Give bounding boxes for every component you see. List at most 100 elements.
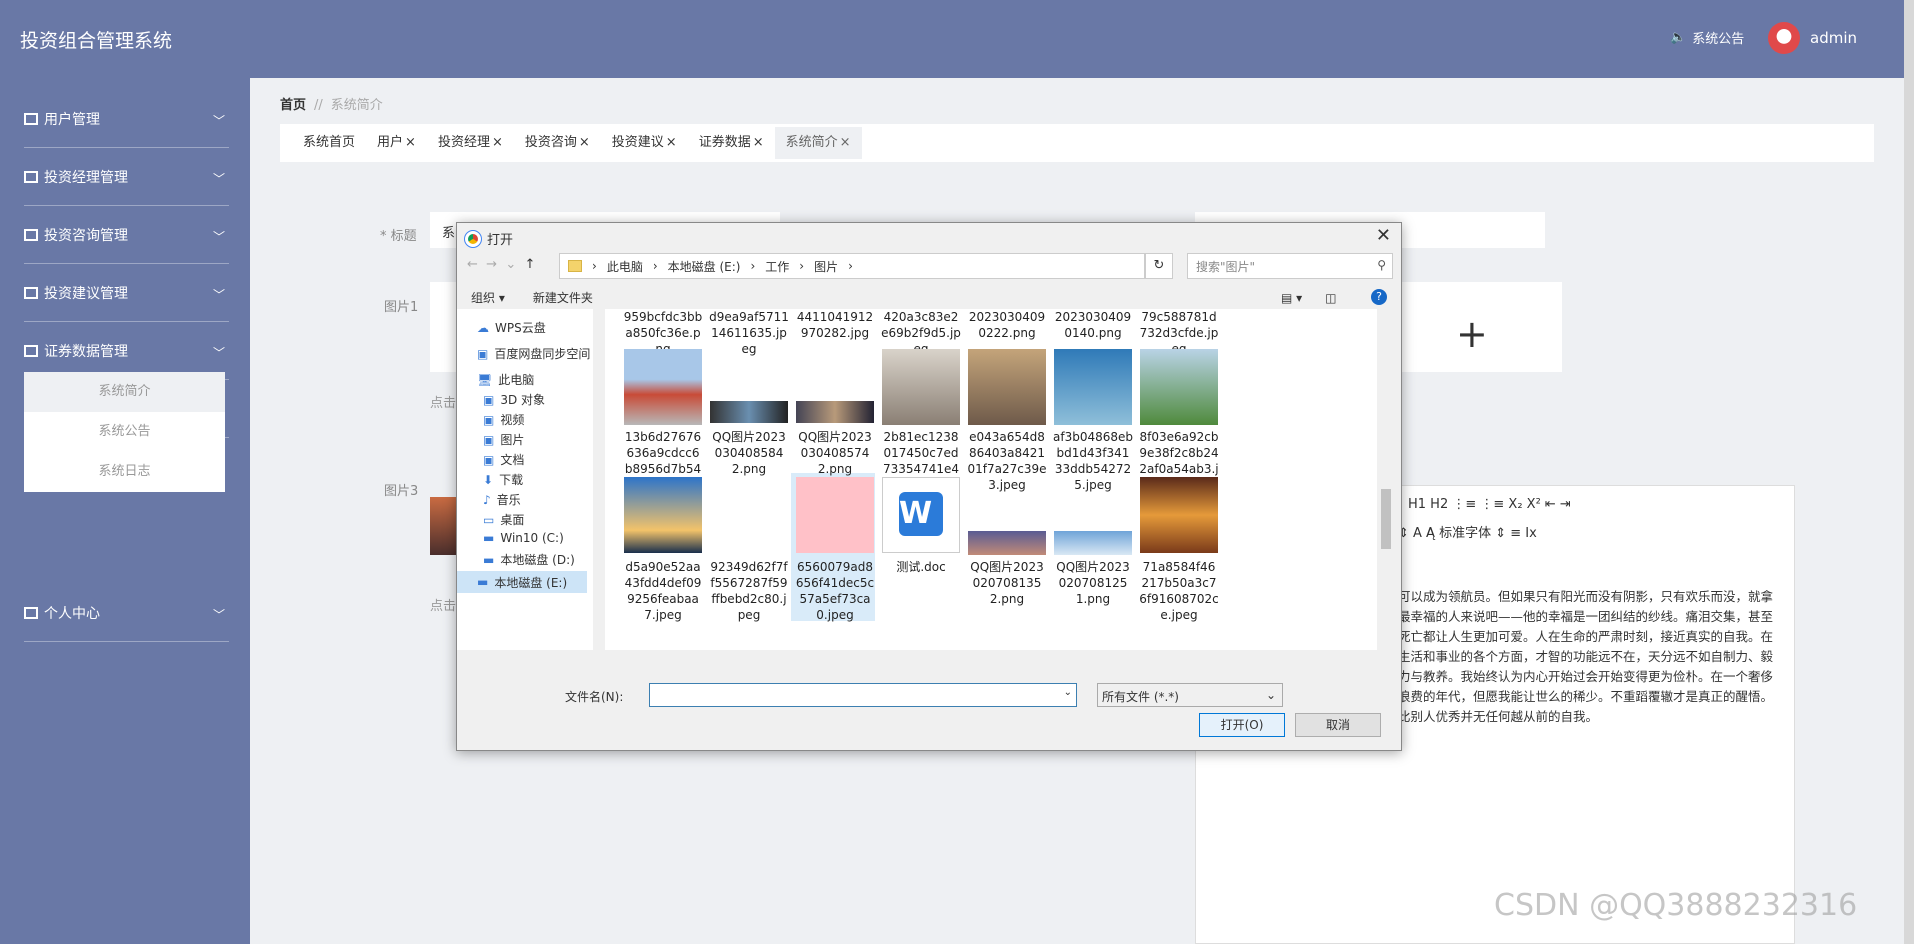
nav-item[interactable]: ▣ 3D 对象 (483, 391, 545, 408)
chevron-down-icon[interactable]: ⌄ (1064, 687, 1072, 698)
file-type-filter[interactable]: 所有文件 (*.*) ⌄ (1097, 683, 1283, 707)
username[interactable]: admin (1810, 29, 1857, 47)
path-segment[interactable]: 图片 (814, 258, 838, 275)
tab[interactable]: 投资建议 × (601, 127, 688, 159)
notice-link[interactable]: 🔈 系统公告 (1670, 28, 1744, 47)
file-item[interactable]: d9ea9af571114611635.jpeg (709, 309, 789, 357)
search-input[interactable]: 搜索"图片" ⚲ (1187, 253, 1393, 279)
close-tab-icon[interactable]: × (579, 135, 590, 150)
search-placeholder: 搜索"图片" (1196, 260, 1256, 274)
page-scrollbar[interactable] (1904, 0, 1914, 944)
tab[interactable]: 证券数据 × (688, 127, 775, 159)
file-item[interactable]: QQ图片20230207081352.png (967, 559, 1047, 607)
organize-button[interactable]: 组织 ▾ (471, 289, 505, 306)
file-item[interactable]: 4411041912970282.jpg (795, 309, 875, 341)
file-item[interactable]: af3b04868ebbd1d43f34133ddb542725.jpeg (1053, 429, 1133, 493)
file-scrollbar[interactable] (1379, 309, 1393, 650)
sidebar-item[interactable]: 用户管理 ﹀ (24, 90, 229, 148)
path-segment[interactable]: 本地磁盘 (E:) (668, 258, 741, 275)
close-tab-icon[interactable]: × (753, 135, 764, 150)
file-item[interactable]: QQ图片20230207081251.png (1053, 559, 1133, 607)
file-thumbnail[interactable] (710, 401, 788, 423)
address-bar[interactable]: › 此电脑 › 本地磁盘 (E:) › 工作 › 图片 › (559, 253, 1145, 279)
path-segment[interactable]: 工作 (765, 258, 789, 275)
submenu-item[interactable]: 系统日志 (24, 452, 225, 492)
file-thumbnail[interactable] (796, 401, 874, 423)
tab[interactable]: 系统简介 × (774, 127, 862, 159)
file-item[interactable]: 92349d62f7ff5567287f59ffbebd2c80.jpeg (709, 559, 789, 623)
nav-item[interactable]: ▣ 视频 (483, 411, 524, 428)
file-item[interactable]: QQ图片20230304085842.png (709, 429, 789, 477)
sidebar-item[interactable]: 投资建议管理 ﹀ (24, 264, 229, 322)
file-thumbnail[interactable] (882, 349, 960, 425)
breadcrumb-home[interactable]: 首页 (280, 98, 306, 113)
filename-input[interactable]: ⌄ (649, 683, 1077, 707)
file-thumbnail[interactable] (1054, 531, 1132, 555)
submenu-item[interactable]: 系统公告 (24, 412, 225, 452)
file-thumbnail[interactable] (968, 349, 1046, 425)
nav-item[interactable]: ▬ 本地磁盘 (D:) (483, 551, 575, 568)
file-thumbnail[interactable] (1054, 349, 1132, 425)
close-tab-icon[interactable]: × (492, 135, 503, 150)
scroll-thumb[interactable] (1381, 489, 1391, 549)
nav-item[interactable]: ▣ 图片 (483, 431, 524, 448)
new-folder-button[interactable]: 新建文件夹 (533, 289, 593, 306)
tab[interactable]: 投资经理 × (427, 127, 514, 159)
sidebar-item[interactable]: 投资咨询管理 ﹀ (24, 206, 229, 264)
close-icon[interactable]: ✕ (1376, 225, 1391, 246)
nav-arrows[interactable]: ← → ⌄ ↑ (467, 257, 535, 272)
nav-scrollbar[interactable] (593, 309, 603, 650)
file-thumbnail[interactable] (1140, 477, 1218, 553)
sidebar-item[interactable]: 个人中心 ﹀ (24, 584, 229, 642)
nav-item[interactable]: ▭ 桌面 (483, 511, 524, 528)
file-thumbnail[interactable] (624, 477, 702, 553)
nav-item[interactable]: ♪ 音乐 (483, 491, 521, 508)
cancel-button[interactable]: 取消 (1295, 713, 1381, 737)
file-thumbnail[interactable] (796, 477, 874, 553)
file-item[interactable]: 71a8584f46217b50a3c76f91608702ce.jpeg (1139, 559, 1219, 623)
nav-item[interactable]: ▬ 本地磁盘 (E:) (457, 571, 587, 593)
nav-item-icon: ▣ (483, 452, 495, 467)
file-item[interactable]: 测试.doc (881, 559, 961, 575)
tab[interactable]: 用户 × (366, 127, 427, 159)
file-item[interactable]: QQ图片20230304085742.png (795, 429, 875, 477)
file-thumbnail[interactable] (968, 531, 1046, 555)
image3-label: 图片3 (384, 484, 419, 499)
open-button[interactable]: 打开(O) (1199, 713, 1285, 737)
file-thumbnail[interactable] (1140, 349, 1218, 425)
word-doc-thumbnail[interactable]: W (882, 477, 960, 553)
nav-item[interactable]: ▣ 百度网盘同步空间 (477, 345, 590, 362)
file-item[interactable]: 6560079ad8656f41dec5c57a5ef73ca0.jpeg (795, 559, 875, 623)
close-tab-icon[interactable]: × (405, 135, 416, 150)
tab[interactable]: 投资咨询 × (514, 127, 601, 159)
menu-icon (24, 606, 38, 619)
close-tab-icon[interactable]: × (666, 135, 677, 150)
file-thumbnail[interactable] (710, 477, 788, 553)
editor-content[interactable]: 可以成为领航员。但如果只有阳光而没有阴影，只有欢乐而没，就拿最幸福的人来说吧——… (1398, 587, 1773, 727)
nav-item[interactable]: ▬ Win10 (C:) (483, 531, 564, 545)
file-thumbnail[interactable] (624, 349, 702, 425)
editor-toolbar-row2[interactable]: ⇕ A Ą 标准字体 ⇕ ≡ Ix (1398, 522, 1537, 541)
avatar[interactable] (1768, 22, 1800, 54)
chrome-icon (464, 229, 482, 248)
path-segment[interactable]: 此电脑 (607, 258, 643, 275)
submenu-item[interactable]: 系统简介 (24, 372, 225, 412)
plus-icon[interactable]: + (1456, 312, 1488, 356)
tab[interactable]: 系统首页 (292, 127, 366, 159)
sidebar-item[interactable]: 投资经理管理 ﹀ (24, 148, 229, 206)
refresh-icon[interactable]: ↻ (1145, 253, 1173, 279)
nav-item[interactable]: ☁ WPS云盘 (477, 319, 546, 336)
view-options-icon[interactable]: ▤ ▾ ◫ (1281, 291, 1336, 305)
editor-toolbar-row1[interactable]: H1 H2 ⋮≡ ⋮≡ X₂ X² ⇤ ⇥ (1408, 497, 1571, 512)
file-item[interactable]: e043a654d886403a842101f7a27c39e3.jpeg (967, 429, 1047, 493)
close-tab-icon[interactable]: × (840, 135, 851, 150)
title-label: * 标题 (380, 229, 417, 244)
nav-item[interactable]: ⬇ 下载 (483, 471, 523, 488)
nav-item[interactable]: 🖥 此电脑 (477, 371, 534, 388)
file-item[interactable]: 20230304090140.png (1053, 309, 1133, 341)
help-icon[interactable]: ? (1371, 289, 1387, 305)
sidebar: 用户管理﹀投资经理管理﹀投资咨询管理﹀投资建议管理﹀证券数据管理﹀系统管理︿个人… (0, 78, 250, 944)
file-item[interactable]: d5a90e52aa43fdd4def099256feabaa7.jpeg (623, 559, 703, 623)
file-item[interactable]: 20230304090222.png (967, 309, 1047, 341)
nav-item[interactable]: ▣ 文档 (483, 451, 524, 468)
